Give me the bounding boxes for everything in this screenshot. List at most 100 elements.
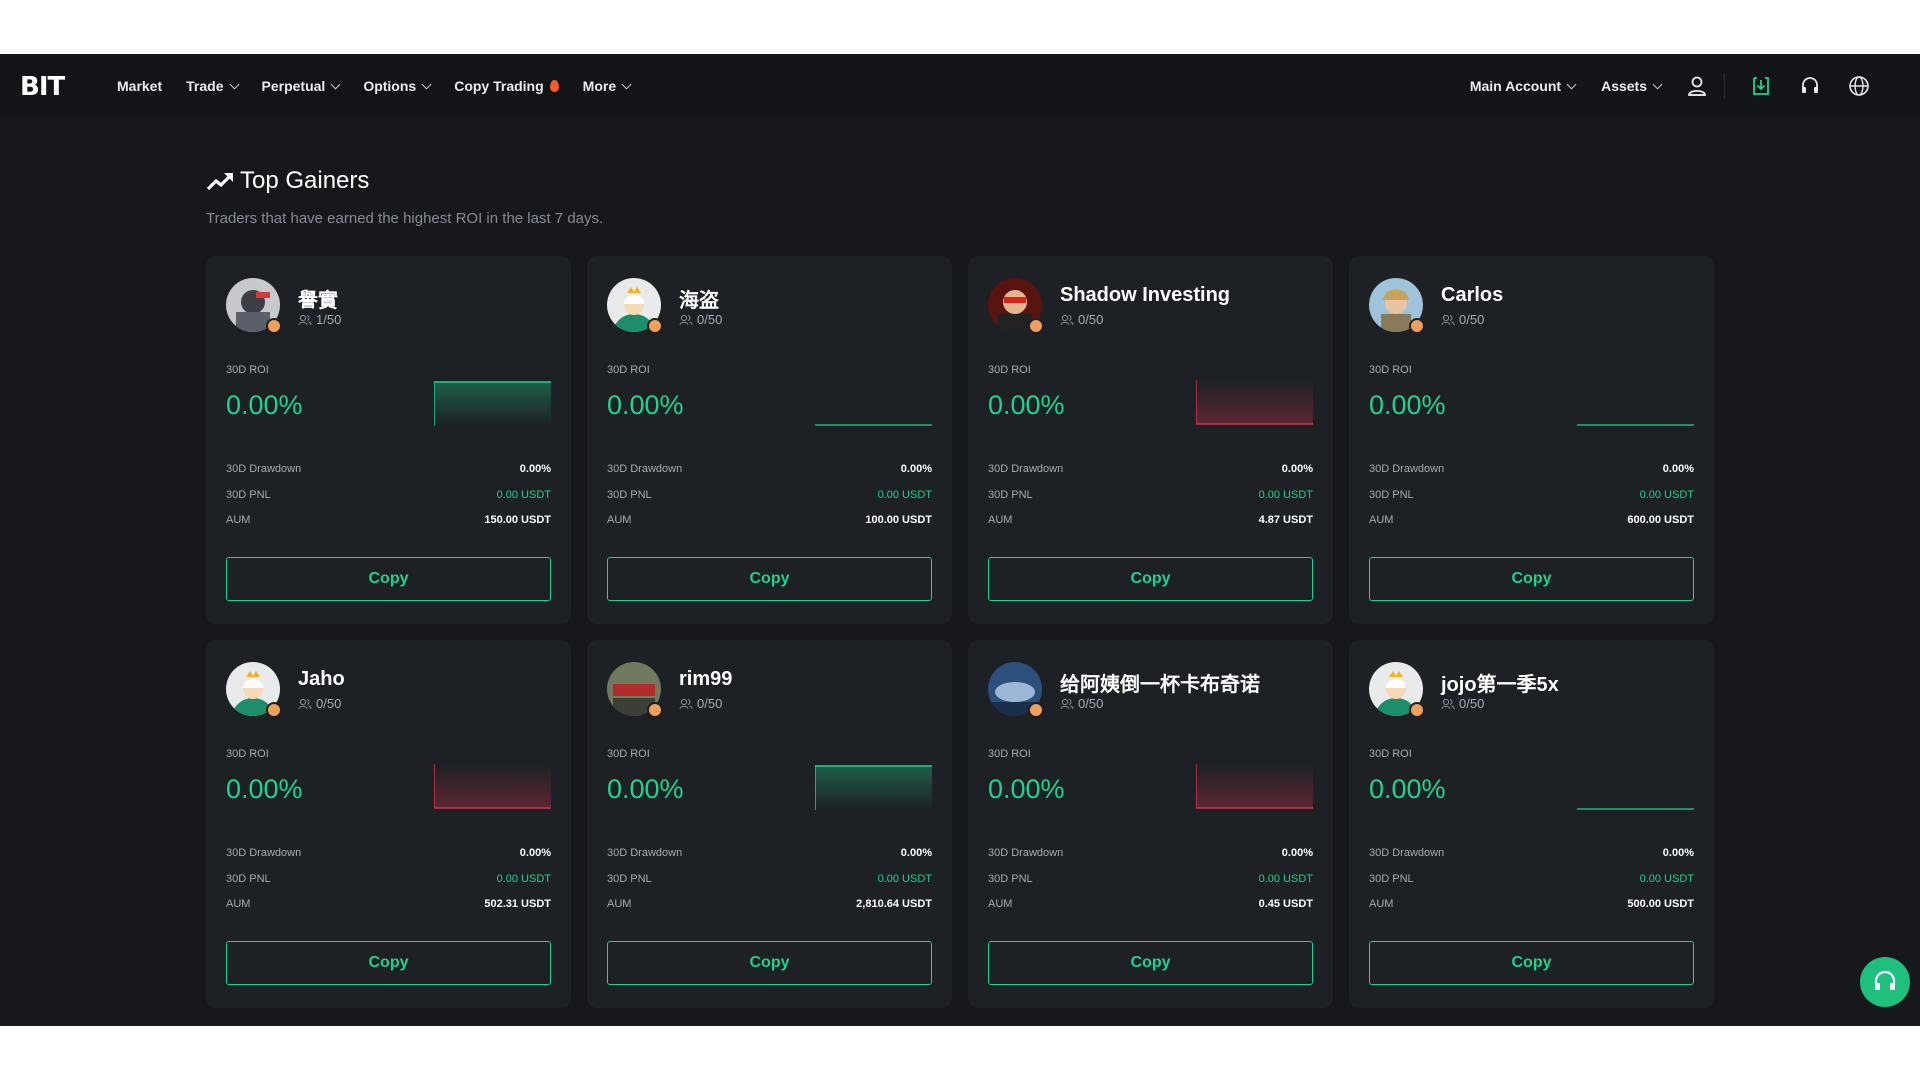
nav-more-label: More bbox=[582, 78, 617, 94]
roi-value: 0.00% bbox=[607, 390, 684, 420]
copy-button[interactable]: Copy bbox=[226, 941, 551, 985]
main-account-dropdown[interactable]: Main Account bbox=[1470, 78, 1577, 94]
followers-count: 0/50 bbox=[697, 696, 723, 711]
aum-value: 150.00 USDT bbox=[484, 514, 551, 526]
drawdown-label: 30D Drawdown bbox=[1369, 847, 1445, 859]
trader-name[interactable]: rim99 bbox=[679, 668, 732, 691]
trader-name[interactable]: 譽實 bbox=[298, 284, 338, 313]
drawdown-value: 0.00% bbox=[1662, 463, 1694, 475]
copy-button[interactable]: Copy bbox=[988, 557, 1313, 601]
trader-card[interactable]: rim99 0/50 30D ROI 0.00% 30D Drawdown 0.00% 30… bbox=[587, 640, 952, 1008]
main-menu: Market Trade Perpetual Options Copy Trad… bbox=[117, 54, 654, 118]
aum-label: AUM bbox=[1369, 514, 1394, 526]
aum-value: 500.00 USDT bbox=[1627, 898, 1694, 910]
trader-name[interactable]: Shadow Investing bbox=[1060, 284, 1230, 307]
aum-row: AUM 100.00 USDT bbox=[607, 514, 932, 526]
support-chat-button[interactable] bbox=[1860, 957, 1910, 1007]
globe-icon[interactable] bbox=[1846, 73, 1872, 99]
followers-icon bbox=[1060, 698, 1074, 709]
drawdown-label: 30D Drawdown bbox=[988, 847, 1064, 859]
aum-row: AUM 2,810.64 USDT bbox=[607, 898, 932, 910]
trader-followers: 0/50 bbox=[1060, 696, 1103, 711]
chevron-down-icon bbox=[229, 79, 239, 89]
drawdown-row: 30D Drawdown 0.00% bbox=[226, 463, 551, 475]
drawdown-label: 30D Drawdown bbox=[607, 463, 683, 475]
trader-name[interactable]: jojo第一季5x bbox=[1441, 668, 1559, 697]
pnl-row: 30D PNL 0.00 USDT bbox=[1369, 489, 1694, 501]
copy-button[interactable]: Copy bbox=[607, 557, 932, 601]
roi-sparkline bbox=[1577, 424, 1694, 426]
roi-value: 0.00% bbox=[1369, 774, 1446, 804]
nav-more[interactable]: More bbox=[582, 78, 632, 94]
drawdown-value: 0.00% bbox=[900, 463, 932, 475]
trader-followers: 0/50 bbox=[1441, 312, 1484, 327]
trader-card[interactable]: 譽實 1/50 30D ROI 0.00% 30D Drawdown 0.00% 30D P… bbox=[206, 256, 571, 624]
roi-sparkline bbox=[1196, 380, 1313, 425]
nav-options-label: Options bbox=[363, 78, 417, 94]
drawdown-row: 30D Drawdown 0.00% bbox=[226, 847, 551, 859]
brand-logo[interactable]: BIT bbox=[20, 72, 65, 102]
pnl-value: 0.00 USDT bbox=[877, 489, 932, 501]
nav-trade[interactable]: Trade bbox=[186, 78, 239, 94]
drawdown-value: 0.00% bbox=[900, 847, 932, 859]
roi-sparkline bbox=[1196, 764, 1313, 809]
nav-market[interactable]: Market bbox=[117, 78, 162, 94]
nav-copy-trading[interactable]: Copy Trading bbox=[454, 78, 559, 94]
copy-button[interactable]: Copy bbox=[226, 557, 551, 601]
roi-value: 0.00% bbox=[607, 774, 684, 804]
assets-dropdown[interactable]: Assets bbox=[1601, 78, 1663, 94]
roi-value: 0.00% bbox=[1369, 390, 1446, 420]
nav-perpetual[interactable]: Perpetual bbox=[261, 78, 341, 94]
followers-icon bbox=[679, 314, 693, 325]
trader-level-badge bbox=[647, 702, 663, 718]
drawdown-label: 30D Drawdown bbox=[1369, 463, 1445, 475]
trader-name[interactable]: 给阿姨倒一杯卡布奇诺 bbox=[1060, 668, 1260, 697]
roi-value: 0.00% bbox=[226, 390, 303, 420]
trader-followers: 0/50 bbox=[298, 696, 341, 711]
trader-card[interactable]: Shadow Investing 0/50 30D ROI 0.00% 30D Draw… bbox=[968, 256, 1333, 624]
drawdown-value: 0.00% bbox=[519, 847, 551, 859]
trader-card[interactable]: Jaho 0/50 30D ROI 0.00% 30D Drawdown 0.00% 30D… bbox=[206, 640, 571, 1008]
nav-copy-trading-label: Copy Trading bbox=[454, 78, 544, 94]
followers-icon bbox=[298, 314, 312, 325]
trader-card[interactable]: jojo第一季5x 0/50 30D ROI 0.00% 30D Drawdown 0.0… bbox=[1349, 640, 1714, 1008]
pnl-label: 30D PNL bbox=[1369, 489, 1414, 501]
trader-name[interactable]: Carlos bbox=[1441, 284, 1503, 307]
headset-icon[interactable] bbox=[1797, 73, 1823, 99]
drawdown-row: 30D Drawdown 0.00% bbox=[988, 463, 1313, 475]
deposit-icon[interactable] bbox=[1748, 73, 1774, 99]
followers-icon bbox=[298, 698, 312, 709]
aum-row: AUM 4.87 USDT bbox=[988, 514, 1313, 526]
trader-card[interactable]: Carlos 0/50 30D ROI 0.00% 30D Drawdown 0.00% 3… bbox=[1349, 256, 1714, 624]
followers-icon bbox=[679, 698, 693, 709]
roi-label: 30D ROI bbox=[607, 748, 650, 760]
pnl-row: 30D PNL 0.00 USDT bbox=[1369, 873, 1694, 885]
aum-value: 0.45 USDT bbox=[1258, 898, 1313, 910]
followers-count: 0/50 bbox=[1459, 312, 1485, 327]
nav-options[interactable]: Options bbox=[363, 78, 432, 94]
pnl-value: 0.00 USDT bbox=[496, 489, 551, 501]
trader-level-badge bbox=[266, 318, 282, 334]
trader-card[interactable]: 给阿姨倒一杯卡布奇诺 0/50 30D ROI 0.00% 30D Drawdown 0.… bbox=[968, 640, 1333, 1008]
trader-card[interactable]: 海盗 0/50 30D ROI 0.00% 30D Drawdown 0.00% 30D P… bbox=[587, 256, 952, 624]
pnl-row: 30D PNL 0.00 USDT bbox=[988, 873, 1313, 885]
trader-name[interactable]: 海盗 bbox=[679, 284, 719, 313]
roi-sparkline bbox=[815, 765, 932, 810]
drawdown-label: 30D Drawdown bbox=[607, 847, 683, 859]
copy-button[interactable]: Copy bbox=[607, 941, 932, 985]
followers-count: 1/50 bbox=[316, 312, 342, 327]
top-navigation: BIT Market Trade Perpetual Options Copy … bbox=[0, 54, 1920, 118]
user-icon[interactable] bbox=[1684, 73, 1710, 99]
nav-perpetual-label: Perpetual bbox=[261, 78, 326, 94]
fire-icon bbox=[549, 80, 559, 92]
aum-row: AUM 500.00 USDT bbox=[1369, 898, 1694, 910]
trader-name[interactable]: Jaho bbox=[298, 668, 345, 691]
followers-icon bbox=[1441, 314, 1455, 325]
copy-button[interactable]: Copy bbox=[988, 941, 1313, 985]
copy-button[interactable]: Copy bbox=[1369, 557, 1694, 601]
aum-value: 600.00 USDT bbox=[1627, 514, 1694, 526]
aum-row: AUM 600.00 USDT bbox=[1369, 514, 1694, 526]
copy-button[interactable]: Copy bbox=[1369, 941, 1694, 985]
aum-value: 2,810.64 USDT bbox=[856, 898, 932, 910]
pnl-row: 30D PNL 0.00 USDT bbox=[607, 873, 932, 885]
